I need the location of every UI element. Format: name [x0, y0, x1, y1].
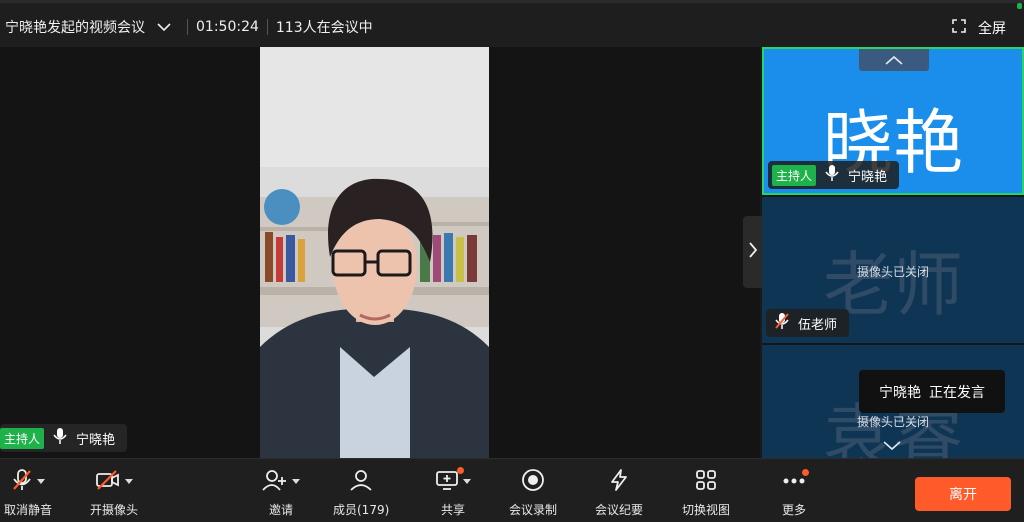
scroll-down-button[interactable] [872, 437, 912, 455]
leave-button[interactable]: 离开 [915, 477, 1011, 511]
members-label: 成员(179) [333, 503, 390, 517]
share-label: 共享 [440, 503, 465, 517]
notification-dot [457, 467, 464, 474]
meeting-toolbar: 取消静音 开摄像头 邀请 成员(179) 共享 会议录制 会议纪要 切换视图 更… [0, 458, 1024, 522]
record-button[interactable]: 会议录制 [509, 465, 557, 518]
participant-name-tag: 主持人 宁晓艳 [768, 161, 900, 189]
participant-tile[interactable]: 老师 摄像头已关闭 伍老师 [762, 197, 1024, 343]
meeting-duration: 01:50:24 [196, 18, 259, 35]
record-icon [521, 468, 545, 495]
unmute-button[interactable]: 取消静音 [4, 465, 52, 518]
mic-icon [824, 164, 848, 186]
participant-name: 宁晓艳 [848, 169, 888, 185]
participant-name: 伍老师 [798, 317, 838, 333]
participant-count: 113人在会议中 [275, 19, 373, 36]
divider [187, 18, 188, 35]
caret-down-icon[interactable] [292, 474, 300, 488]
more-icon [782, 474, 806, 488]
participant-name-tag: 伍老师 [766, 309, 850, 337]
speaker-video [260, 47, 489, 458]
chevron-right-icon [748, 241, 758, 263]
scroll-up-button[interactable] [859, 49, 929, 71]
fullscreen-icon [952, 19, 966, 37]
speaker-name: 宁晓艳 [879, 384, 921, 401]
speaker-name: 宁晓艳 [76, 432, 116, 448]
unmute-label: 取消静音 [4, 503, 53, 517]
status-indicator [1017, 3, 1022, 9]
caret-down-icon[interactable] [37, 474, 45, 488]
more-label: 更多 [782, 503, 807, 517]
mic-icon [52, 427, 76, 449]
camera-button[interactable]: 开摄像头 [90, 465, 138, 518]
members-icon [349, 469, 373, 494]
lightning-icon [607, 468, 631, 495]
share-button[interactable]: 共享 [435, 465, 471, 518]
meeting-header: 宁晓艳发起的视频会议 01:50:24 113人在会议中 全屏 [0, 0, 1024, 50]
collapse-sidebar-button[interactable] [743, 216, 763, 288]
minutes-button[interactable]: 会议纪要 [595, 465, 643, 518]
fullscreen-label: 全屏 [978, 21, 1006, 37]
meeting-title[interactable]: 宁晓艳发起的视频会议 [0, 17, 145, 37]
grid-icon [695, 469, 717, 494]
main-video-stage [0, 47, 760, 458]
invite-button[interactable]: 邀请 [262, 465, 300, 518]
active-speaker-toast: 宁晓艳 正在发言 [859, 370, 1005, 413]
more-button[interactable]: 更多 [782, 465, 809, 518]
main-speaker-tag: 主持人 宁晓艳 [0, 424, 128, 452]
record-label: 会议录制 [509, 503, 558, 517]
mic-muted-icon [11, 468, 33, 495]
add-user-icon [262, 469, 288, 494]
caret-down-icon[interactable] [463, 474, 471, 488]
host-badge: 主持人 [0, 427, 45, 449]
camera-label: 开摄像头 [90, 503, 139, 517]
mic-muted-icon [774, 312, 798, 334]
members-button[interactable]: 成员(179) [333, 465, 389, 518]
camera-off-status: 摄像头已关闭 [856, 265, 929, 279]
caret-down-icon[interactable] [125, 474, 133, 488]
minutes-label: 会议纪要 [595, 503, 644, 517]
host-badge: 主持人 [772, 164, 817, 186]
switch-view-label: 切换视图 [682, 503, 731, 517]
notification-dot [802, 469, 809, 476]
divider [266, 18, 268, 35]
fullscreen-button[interactable]: 全屏 [952, 18, 1006, 38]
camera-off-status: 摄像头已关闭 [856, 415, 929, 429]
chevron-down-icon[interactable] [155, 18, 173, 36]
invite-label: 邀请 [268, 503, 293, 517]
participant-tile[interactable]: 晓艳 主持人 宁晓艳 [762, 47, 1024, 195]
speaking-status: 正在发言 [929, 384, 985, 401]
screen-share-icon [435, 469, 459, 494]
camera-off-icon [95, 469, 121, 494]
switch-view-button[interactable]: 切换视图 [682, 465, 730, 518]
